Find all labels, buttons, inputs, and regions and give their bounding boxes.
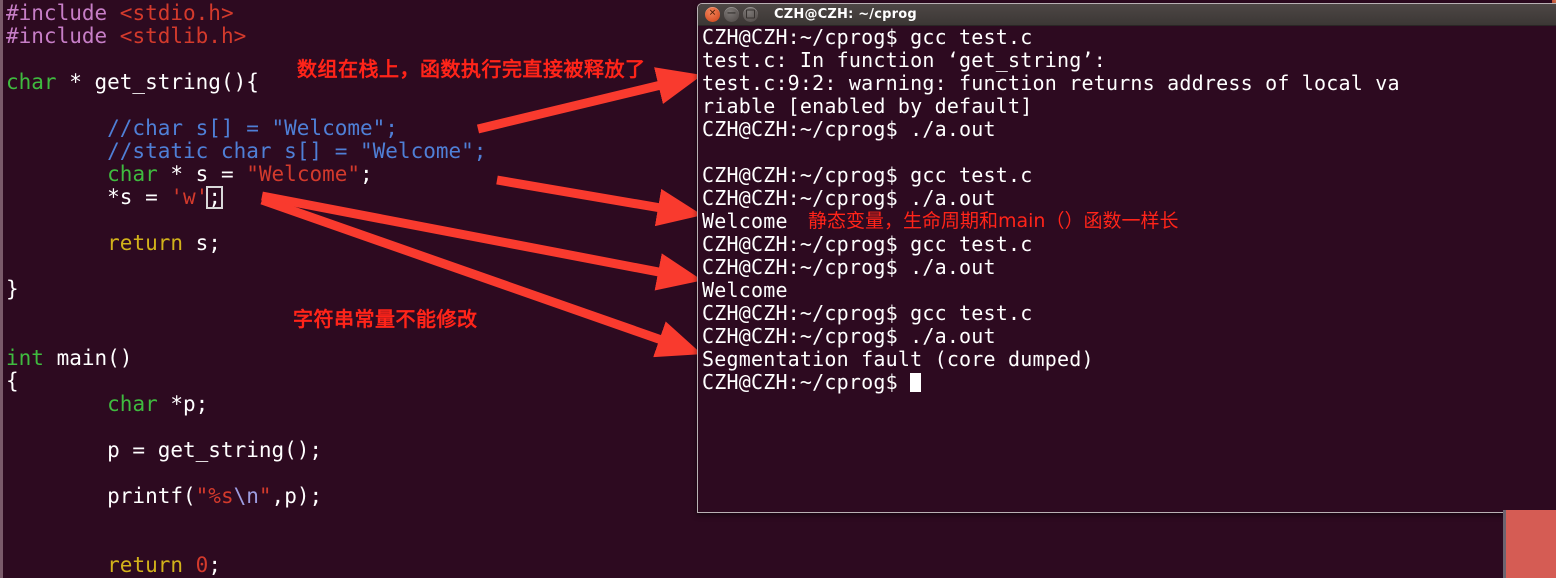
- minimize-button[interactable]: —: [724, 7, 739, 22]
- code-token: }: [6, 277, 19, 301]
- code-line: char * s = "Welcome";: [6, 163, 373, 186]
- code-token: //char s[] = "Welcome";: [6, 116, 398, 140]
- annotation-array-on-stack: 数组在栈上，函数执行完直接被释放了: [297, 57, 646, 81]
- code-line: p = get_string();: [6, 439, 322, 462]
- code-token: char: [107, 162, 158, 186]
- code-token: "Welcome": [246, 162, 361, 186]
- terminal-line: Segmentation fault (core dumped): [702, 347, 1094, 371]
- terminal-output-area[interactable]: CZH@CZH:~/cprog$ gcc test.c test.c: In fu…: [698, 26, 1556, 512]
- code-token: char: [6, 70, 57, 94]
- code-token: <stdio.h>: [119, 1, 234, 25]
- code-token: ": [258, 484, 272, 508]
- code-line: *s = 'w';: [6, 185, 223, 209]
- terminal-line: riable [enabled by default]: [702, 94, 1033, 118]
- code-line: {: [6, 370, 19, 393]
- terminal-line: CZH@CZH:~/cprog$ ./a.out: [702, 324, 996, 348]
- maximize-icon: [746, 9, 755, 19]
- code-token: "%s: [195, 484, 234, 508]
- code-token: int: [6, 346, 44, 370]
- code-token: return: [107, 231, 184, 255]
- code-line: printf("%s\n",p);: [6, 485, 322, 508]
- code-token: ;: [208, 553, 221, 577]
- terminal-prompt-line: CZH@CZH:~/cprog$: [702, 370, 922, 394]
- terminal-titlebar[interactable]: ✕ — CZH@CZH: ~/cprog: [698, 4, 1556, 26]
- terminal-line: Welcome: [702, 209, 788, 233]
- terminal-line: CZH@CZH:~/cprog$ gcc test.c: [702, 26, 1033, 49]
- code-token: #include: [6, 1, 120, 25]
- code-token: ,p);: [271, 484, 323, 508]
- code-token: *s =: [6, 185, 171, 209]
- code-line: return 0;: [6, 554, 221, 577]
- editor-left-border: [0, 0, 3, 578]
- code-token: 0: [195, 553, 209, 577]
- terminal-line: test.c:9:2: warning: function returns ad…: [702, 71, 1400, 95]
- maximize-button[interactable]: [743, 7, 758, 22]
- code-token: //static char s[] = "Welcome";: [6, 139, 487, 163]
- code-token: * s =: [157, 162, 247, 186]
- code-token: char: [107, 392, 158, 416]
- code-line: //char s[] = "Welcome";: [6, 117, 398, 140]
- code-line: #include <stdlib.h>: [6, 25, 246, 48]
- code-token: 'w': [170, 185, 209, 209]
- code-token: printf(: [6, 484, 196, 508]
- code-token: <stdlib.h>: [119, 24, 247, 48]
- code-token: * get_string(){: [56, 70, 259, 94]
- code-token: \n: [233, 484, 259, 508]
- code-line: //static char s[] = "Welcome";: [6, 140, 486, 163]
- screen-root: #include <stdio.h> #include <stdlib.h> ch…: [0, 0, 1556, 578]
- code-editor-pane[interactable]: #include <stdio.h> #include <stdlib.h> ch…: [0, 0, 700, 578]
- terminal-line: Welcome: [702, 278, 788, 302]
- terminal-line: CZH@CZH:~/cprog$ gcc test.c: [702, 301, 1033, 325]
- code-token: ;: [360, 162, 373, 186]
- terminal-prompt: CZH@CZH:~/cprog$: [702, 370, 911, 394]
- code-token: *p;: [157, 392, 209, 416]
- code-line: return s;: [6, 232, 221, 255]
- code-token: return: [107, 553, 184, 577]
- window-title: CZH@CZH: ~/cprog: [774, 7, 917, 22]
- code-token: {: [6, 369, 19, 393]
- terminal-line: CZH@CZH:~/cprog$ ./a.out: [702, 117, 996, 141]
- minimize-icon: —: [727, 8, 736, 19]
- close-icon: ✕: [708, 8, 717, 19]
- editor-cursor: ;: [206, 185, 223, 209]
- code-token: main(): [43, 346, 133, 370]
- code-token: p = get_string();: [6, 438, 323, 462]
- annotation-string-literal-immutable: 字符串常量不能修改: [293, 307, 478, 331]
- terminal-line: CZH@CZH:~/cprog$ gcc test.c: [702, 232, 1033, 256]
- desktop-side-panel: [1503, 510, 1556, 578]
- terminal-line: test.c: In function ‘get_string’:: [702, 48, 1106, 72]
- terminal-window[interactable]: ✕ — CZH@CZH: ~/cprog CZH@CZH:~/cprog$ gc…: [697, 3, 1556, 513]
- code-token: s;: [183, 231, 221, 255]
- close-button[interactable]: ✕: [705, 7, 720, 22]
- code-line: #include <stdio.h>: [6, 2, 234, 25]
- code-line: int main(): [6, 347, 132, 370]
- code-token: #include: [6, 24, 120, 48]
- terminal-line: CZH@CZH:~/cprog$ ./a.out: [702, 255, 996, 279]
- annotation-static-lifetime: 静态变量，生命周期和main（）函数一样长: [808, 210, 1179, 232]
- code-line: char * get_string(){: [6, 71, 259, 94]
- code-line: char *p;: [6, 393, 208, 416]
- code-line: }: [6, 278, 19, 301]
- terminal-line: CZH@CZH:~/cprog$ gcc test.c: [702, 163, 1033, 187]
- terminal-cursor: [910, 373, 922, 392]
